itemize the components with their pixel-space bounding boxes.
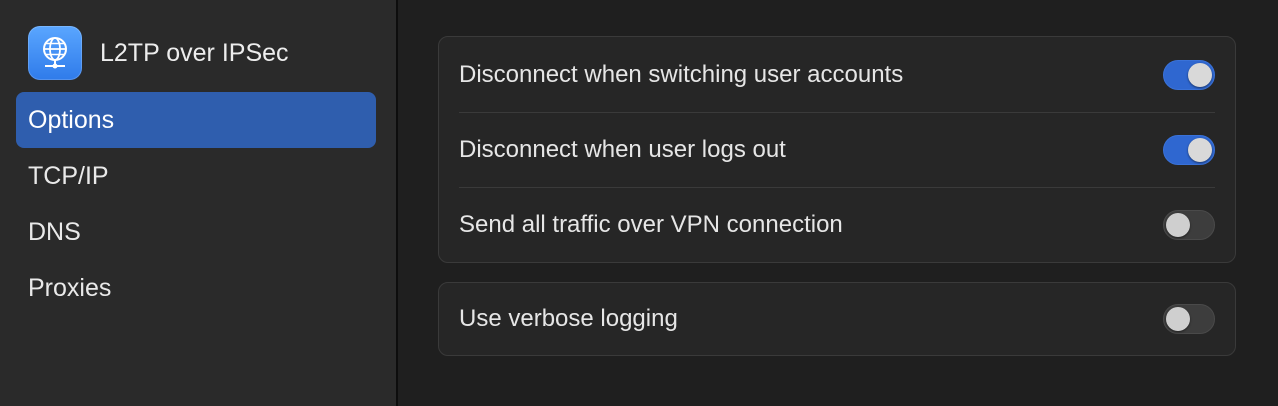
option-row-disconnect-switching-users: Disconnect when switching user accounts	[439, 37, 1235, 112]
sidebar-item-dns[interactable]: DNS	[16, 204, 376, 260]
toggle-knob	[1166, 307, 1190, 331]
sidebar-item-proxies[interactable]: Proxies	[16, 260, 376, 316]
option-label: Disconnect when switching user accounts	[459, 60, 904, 88]
sidebar-nav: Options TCP/IP DNS Proxies	[16, 92, 376, 316]
verbose-logging-toggle[interactable]	[1163, 304, 1215, 334]
option-label: Use verbose logging	[459, 305, 678, 332]
vpn-settings-window: L2TP over IPSec Options TCP/IP DNS Proxi…	[0, 0, 1278, 406]
toggle-knob	[1188, 137, 1212, 162]
app-title: L2TP over IPSec	[100, 38, 289, 67]
sidebar-item-label: DNS	[28, 217, 81, 246]
sidebar-item-options[interactable]: Options	[16, 92, 376, 148]
sidebar-item-label: TCP/IP	[28, 161, 109, 190]
disconnect-logout-toggle[interactable]	[1163, 134, 1215, 165]
globe-network-icon	[28, 26, 82, 80]
option-row-verbose-logging: Use verbose logging	[439, 283, 1235, 355]
sidebar-item-label: Options	[28, 105, 115, 134]
disconnect-switching-users-toggle[interactable]	[1163, 59, 1215, 90]
option-row-send-all-traffic: Send all traffic over VPN connection	[439, 187, 1235, 262]
toggle-knob	[1166, 212, 1190, 237]
toggle-knob	[1188, 62, 1212, 87]
sidebar-header: L2TP over IPSec	[28, 26, 289, 80]
option-label: Disconnect when user logs out	[459, 135, 786, 163]
sidebar-item-label: Proxies	[28, 273, 112, 302]
send-all-traffic-toggle[interactable]	[1163, 209, 1215, 240]
logging-options-group: Use verbose logging	[438, 282, 1236, 356]
option-label: Send all traffic over VPN connection	[459, 210, 843, 238]
sidebar-item-tcpip[interactable]: TCP/IP	[16, 148, 376, 204]
options-pane: Disconnect when switching user accounts …	[398, 0, 1278, 406]
sidebar: L2TP over IPSec Options TCP/IP DNS Proxi…	[0, 0, 396, 406]
connection-options-group: Disconnect when switching user accounts …	[438, 36, 1236, 263]
option-row-disconnect-logout: Disconnect when user logs out	[439, 112, 1235, 187]
